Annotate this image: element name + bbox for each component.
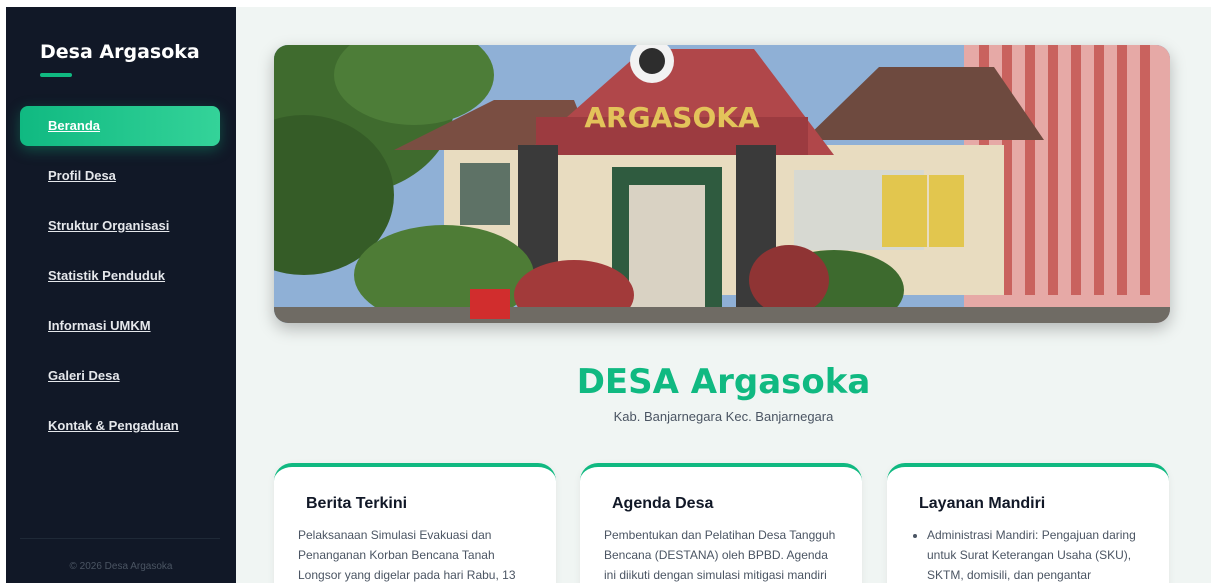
site-brand: Desa Argasoka xyxy=(40,41,200,63)
card-text: Pelaksanaan Simulasi Evakuasi dan Penang… xyxy=(298,528,516,582)
sidebar-divider xyxy=(20,538,220,539)
sidebar-item-informasi-umkm[interactable]: Informasi UMKM xyxy=(20,306,220,346)
card-berita-terkini: Berita Terkini Pelaksanaan Simulasi Evak… xyxy=(274,463,556,583)
sidebar-item-profil-desa[interactable]: Profil Desa xyxy=(20,156,220,196)
village-office-photo: ARGASOKA xyxy=(274,45,1170,323)
card-list: Administrasi Mandiri: Pengajuan daring u… xyxy=(927,525,1149,583)
list-item: Administrasi Mandiri: Pengajuan daring u… xyxy=(927,525,1149,583)
sidebar-item-kontak-pengaduan[interactable]: Kontak & Pengaduan xyxy=(20,406,220,446)
page-title: DESA Argasoka xyxy=(576,362,871,402)
sidebar-item-statistik-penduduk[interactable]: Statistik Penduduk xyxy=(20,256,220,296)
copyright-text: © 2026 Desa Argasoka xyxy=(69,561,173,572)
hero-image: ARGASOKA xyxy=(274,45,1170,323)
card-layanan-mandiri: Layanan Mandiri Administrasi Mandiri: Pe… xyxy=(887,463,1169,583)
card-text: Pembentukan dan Pelatihan Desa Tangguh B… xyxy=(604,528,836,582)
card-title: Agenda Desa xyxy=(612,495,714,512)
sidebar: Desa Argasoka Beranda Profil Desa Strukt… xyxy=(6,7,236,583)
page-frame: Desa Argasoka Beranda Profil Desa Strukt… xyxy=(0,0,1211,583)
building-sign-text: ARGASOKA xyxy=(584,101,760,134)
sidebar-item-beranda[interactable]: Beranda xyxy=(20,106,220,146)
card-title: Berita Terkini xyxy=(306,495,408,512)
sidebar-nav: Beranda Profil Desa Struktur Organisasi … xyxy=(20,106,220,456)
card-agenda-desa: Agenda Desa Pembentukan dan Pelatihan De… xyxy=(580,463,862,583)
page-subtitle: Kab. Banjarnegara Kec. Banjarnegara xyxy=(613,409,834,424)
brand-underline xyxy=(40,73,72,77)
card-title: Layanan Mandiri xyxy=(919,495,1046,512)
sidebar-item-galeri-desa[interactable]: Galeri Desa xyxy=(20,356,220,396)
sidebar-item-struktur-organisasi[interactable]: Struktur Organisasi xyxy=(20,206,220,246)
main-content: ARGASOKA DESA Argasoka Kab. Banjarnegara… xyxy=(236,7,1211,583)
